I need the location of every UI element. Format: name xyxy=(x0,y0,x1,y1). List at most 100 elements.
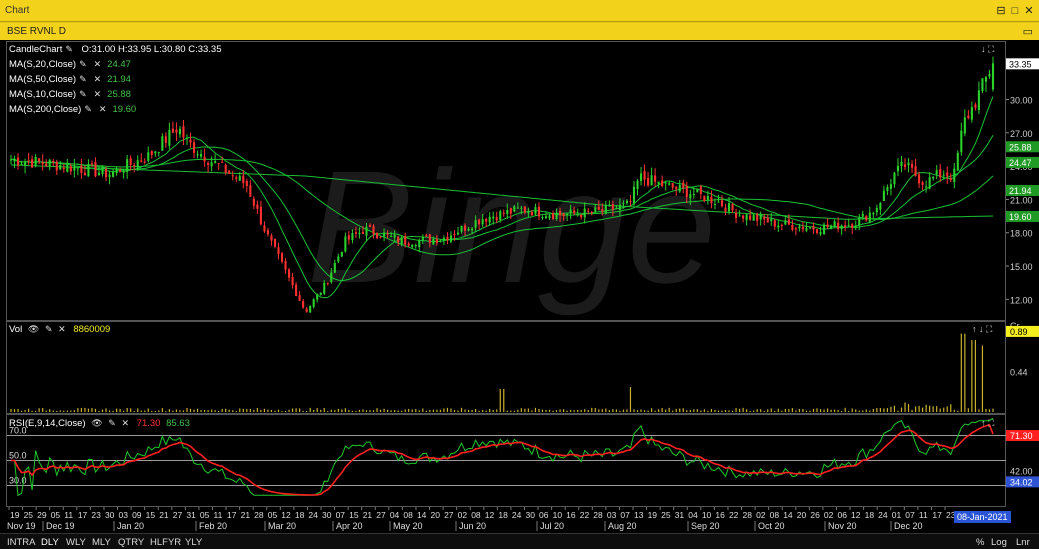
timeframe-qtry[interactable]: QTRY xyxy=(118,537,144,548)
candle xyxy=(720,195,724,208)
linear-scale-button[interactable]: Lnr xyxy=(1016,537,1030,548)
time-axis-day: 24 xyxy=(308,510,318,520)
timeframe-yly[interactable]: YLY xyxy=(185,537,202,548)
arrow-up-icon[interactable]: ↑ xyxy=(981,418,986,428)
candle xyxy=(192,139,196,159)
candle xyxy=(24,158,27,174)
maximize-icon[interactable]: □ xyxy=(1008,4,1022,18)
bottom-toolbar: INTRA DLY WLY MLY QTRY HLFYR YLY % Log Lnr xyxy=(0,533,1039,549)
delete-icon[interactable]: ✕ xyxy=(121,418,129,428)
price-tag-last-text: 33.35 xyxy=(1009,59,1032,69)
volume-panel[interactable] xyxy=(6,321,1006,414)
pencil-icon[interactable]: ✎ xyxy=(79,74,87,84)
price-chart[interactable]: Binge xyxy=(7,42,1007,320)
candle xyxy=(147,146,150,163)
candle xyxy=(48,158,51,171)
pencil-icon[interactable]: ✎ xyxy=(79,59,87,69)
time-axis-day: 19 xyxy=(10,510,20,520)
candle xyxy=(112,168,115,178)
candle xyxy=(988,70,991,79)
arrow-down-icon[interactable]: ↓ xyxy=(981,44,986,54)
log-scale-button[interactable]: Log xyxy=(991,537,1007,548)
candle xyxy=(977,81,980,115)
pencil-icon[interactable]: ✎ xyxy=(79,89,87,99)
timeframe-wly[interactable]: WLY xyxy=(66,537,86,548)
eye-icon[interactable]: 👁 xyxy=(28,324,39,334)
time-axis-day: 02 xyxy=(458,510,468,520)
delete-icon[interactable]: ✕ xyxy=(94,59,102,69)
time-axis-month: Jul 20 xyxy=(540,521,564,531)
arrow-up-icon[interactable]: ↑ xyxy=(972,324,977,334)
time-axis-day: 19 xyxy=(648,510,658,520)
candle xyxy=(991,56,995,92)
time-axis-day: 05 xyxy=(51,510,61,520)
candle xyxy=(907,158,910,173)
time-axis-day: 04 xyxy=(390,510,400,520)
candle xyxy=(724,203,727,216)
volume-axis[interactable]: Cr0.440.89 xyxy=(1006,321,1039,414)
candle xyxy=(288,268,291,282)
candle xyxy=(696,188,699,193)
timeframe-intra[interactable]: INTRA xyxy=(7,537,36,548)
price-axis-tick: 18.00 xyxy=(1010,229,1033,239)
symbol-label[interactable]: BSE RVNL D xyxy=(7,26,66,37)
candle xyxy=(928,172,931,190)
symbol-bar: BSE RVNL D ▭ xyxy=(0,22,1039,40)
expand-icon[interactable]: ⛶ xyxy=(986,324,992,334)
timeframe-hlfyr[interactable]: HLFYR xyxy=(150,537,181,548)
time-axis[interactable]: 19 25 29 05 11 17 23 30 03 09 15 21 27 31 05 11 17 21 28 05… xyxy=(6,507,1006,533)
delete-icon[interactable]: ✕ xyxy=(94,74,102,84)
rsi-axis[interactable]: 42.00 71.30 34.02 xyxy=(1006,414,1039,507)
candle xyxy=(196,150,199,159)
candle xyxy=(903,158,907,171)
price-panel[interactable]: Binge xyxy=(6,41,1006,321)
candle xyxy=(178,126,181,138)
candle xyxy=(263,221,266,234)
volume-chart[interactable] xyxy=(7,322,1007,413)
pencil-icon[interactable]: ✎ xyxy=(65,44,73,54)
time-axis-day: 10 xyxy=(553,510,563,520)
pencil-icon[interactable]: ✎ xyxy=(108,418,116,428)
time-axis-month: Dec 20 xyxy=(894,521,923,531)
candle-legend-label: CandleChart xyxy=(9,44,63,55)
candle xyxy=(939,163,942,182)
time-axis-month: Feb 20 xyxy=(199,521,227,531)
arrow-down-icon[interactable]: ↓ xyxy=(979,324,984,334)
delete-icon[interactable]: ✕ xyxy=(99,104,107,114)
timeframe-mly[interactable]: MLY xyxy=(92,537,111,548)
volume-legend-label: Vol xyxy=(9,324,23,335)
eye-icon[interactable]: 👁 xyxy=(91,418,102,428)
time-axis-day: 07 xyxy=(336,510,346,520)
time-axis-day: 08 xyxy=(471,510,481,520)
candle xyxy=(970,101,973,123)
time-axis-day: 26 xyxy=(810,510,820,520)
panel-maximize-icon[interactable]: ▭ xyxy=(1023,25,1033,38)
volume-value: 8860009 xyxy=(73,324,111,335)
candle xyxy=(833,219,836,228)
price-axis[interactable]: 30.0027.0024.0021.0018.0015.0012.0033.35… xyxy=(1006,41,1039,321)
candle xyxy=(280,252,284,264)
close-icon[interactable]: ✕ xyxy=(1022,4,1036,18)
timeframe-dly[interactable]: DLY xyxy=(41,537,59,548)
candle xyxy=(207,161,210,173)
pencil-icon[interactable]: ✎ xyxy=(45,324,53,334)
candle xyxy=(949,173,952,183)
candle xyxy=(974,102,977,111)
candle xyxy=(101,165,104,177)
candle xyxy=(171,121,174,134)
candle xyxy=(302,299,305,309)
expand-icon[interactable]: ⛶ xyxy=(988,418,994,428)
delete-icon[interactable]: ✕ xyxy=(58,324,66,334)
candle xyxy=(808,227,812,230)
delete-icon[interactable]: ✕ xyxy=(94,89,102,99)
candle xyxy=(295,282,298,297)
candle xyxy=(157,151,160,157)
candle xyxy=(55,159,58,175)
expand-icon[interactable]: ⛶ xyxy=(988,44,994,54)
ma-legend-1: MA(S,50,Close) ✎ ✕ 21.94 xyxy=(9,74,131,85)
ma-legend-value: 25.88 xyxy=(107,89,131,100)
time-axis-day: 28 xyxy=(593,510,603,520)
percent-scale-button[interactable]: % xyxy=(976,537,984,548)
pin-icon[interactable]: ⊟ xyxy=(994,4,1008,18)
pencil-icon[interactable]: ✎ xyxy=(84,104,92,114)
